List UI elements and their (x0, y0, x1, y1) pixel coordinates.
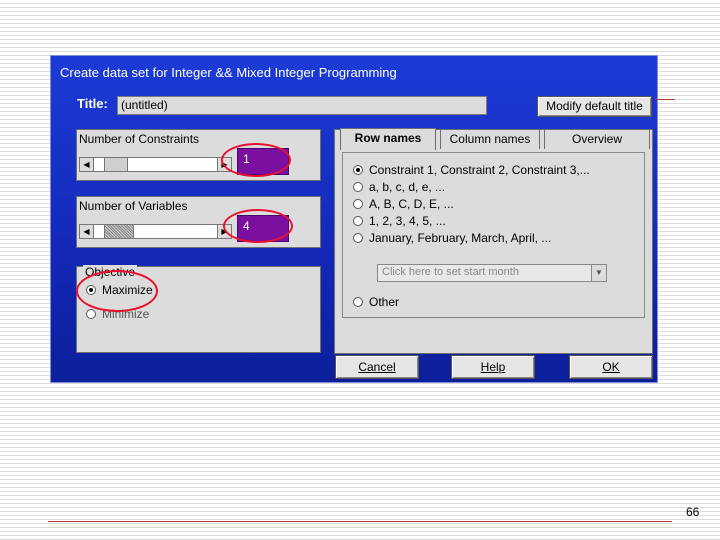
names-tab-panel: Row names Column names Overview Constrai… (334, 128, 653, 354)
option-label: a, b, c, d, e, ... (369, 180, 446, 194)
radio-icon[interactable] (86, 309, 96, 319)
radio-icon[interactable] (353, 297, 363, 307)
help-label: Help (480, 360, 506, 374)
option-label: Constraint 1, Constraint 2, Constraint 3… (369, 163, 590, 177)
constraints-highlight-ellipse (221, 143, 291, 177)
chevron-down-icon[interactable]: ▼ (591, 265, 606, 281)
start-month-select[interactable]: Click here to set start month ▼ (377, 264, 607, 282)
tab-column-names[interactable]: Column names (440, 129, 540, 149)
option-label: A, B, C, D, E, ... (369, 197, 454, 211)
ok-button[interactable]: OK (569, 355, 653, 379)
ok-label: OK (602, 360, 620, 374)
page-number: 66 (686, 505, 700, 519)
title-label: Title: (77, 96, 108, 111)
tab-overview[interactable]: Overview (544, 129, 650, 149)
row-name-option-lowercase[interactable]: a, b, c, d, e, ... (353, 180, 445, 194)
radio-icon[interactable] (353, 199, 363, 209)
row-names-content: Constraint 1, Constraint 2, Constraint 3… (342, 152, 645, 318)
option-label: 1, 2, 3, 4, 5, ... (369, 214, 446, 228)
variables-scrollbar[interactable]: ◀ ▶ (79, 224, 232, 239)
radio-icon[interactable] (353, 216, 363, 226)
variables-label: Number of Variables (79, 199, 188, 213)
variables-highlight-ellipse (223, 209, 293, 243)
help-button[interactable]: Help (451, 355, 535, 379)
constraints-scrollbar[interactable]: ◀ ▶ (79, 157, 232, 172)
row-name-option-other[interactable]: Other (353, 295, 399, 309)
modify-title-button[interactable]: Modify default title (537, 96, 652, 117)
tab-row-names[interactable]: Row names (340, 128, 436, 150)
dialog-title: Create data set for Integer && Mixed Int… (60, 65, 397, 80)
radio-icon[interactable] (353, 182, 363, 192)
constraints-label: Number of Constraints (79, 132, 200, 146)
cancel-label: Cancel (358, 360, 396, 374)
scroll-left-icon[interactable]: ◀ (80, 158, 94, 171)
radio-icon[interactable] (353, 233, 363, 243)
row-name-option-constraint[interactable]: Constraint 1, Constraint 2, Constraint 3… (353, 163, 590, 177)
scroll-thumb[interactable] (104, 158, 128, 171)
start-month-placeholder: Click here to set start month (382, 266, 519, 278)
scroll-left-icon[interactable]: ◀ (80, 225, 94, 238)
option-label: January, February, March, April, ... (369, 231, 552, 245)
footer-line (48, 521, 672, 522)
title-underline (655, 99, 675, 100)
radio-selected-icon[interactable] (353, 165, 363, 175)
title-input[interactable]: (untitled) (117, 96, 487, 115)
row-name-option-numbers[interactable]: 1, 2, 3, 4, 5, ... (353, 214, 446, 228)
dialog-window: Create data set for Integer && Mixed Int… (50, 55, 658, 383)
row-name-option-months[interactable]: January, February, March, April, ... (353, 231, 551, 245)
cancel-button[interactable]: Cancel (335, 355, 419, 379)
row-name-option-uppercase[interactable]: A, B, C, D, E, ... (353, 197, 454, 211)
scroll-thumb[interactable] (104, 225, 134, 238)
option-label: Other (369, 295, 400, 309)
maximize-highlight-ellipse (76, 270, 158, 312)
